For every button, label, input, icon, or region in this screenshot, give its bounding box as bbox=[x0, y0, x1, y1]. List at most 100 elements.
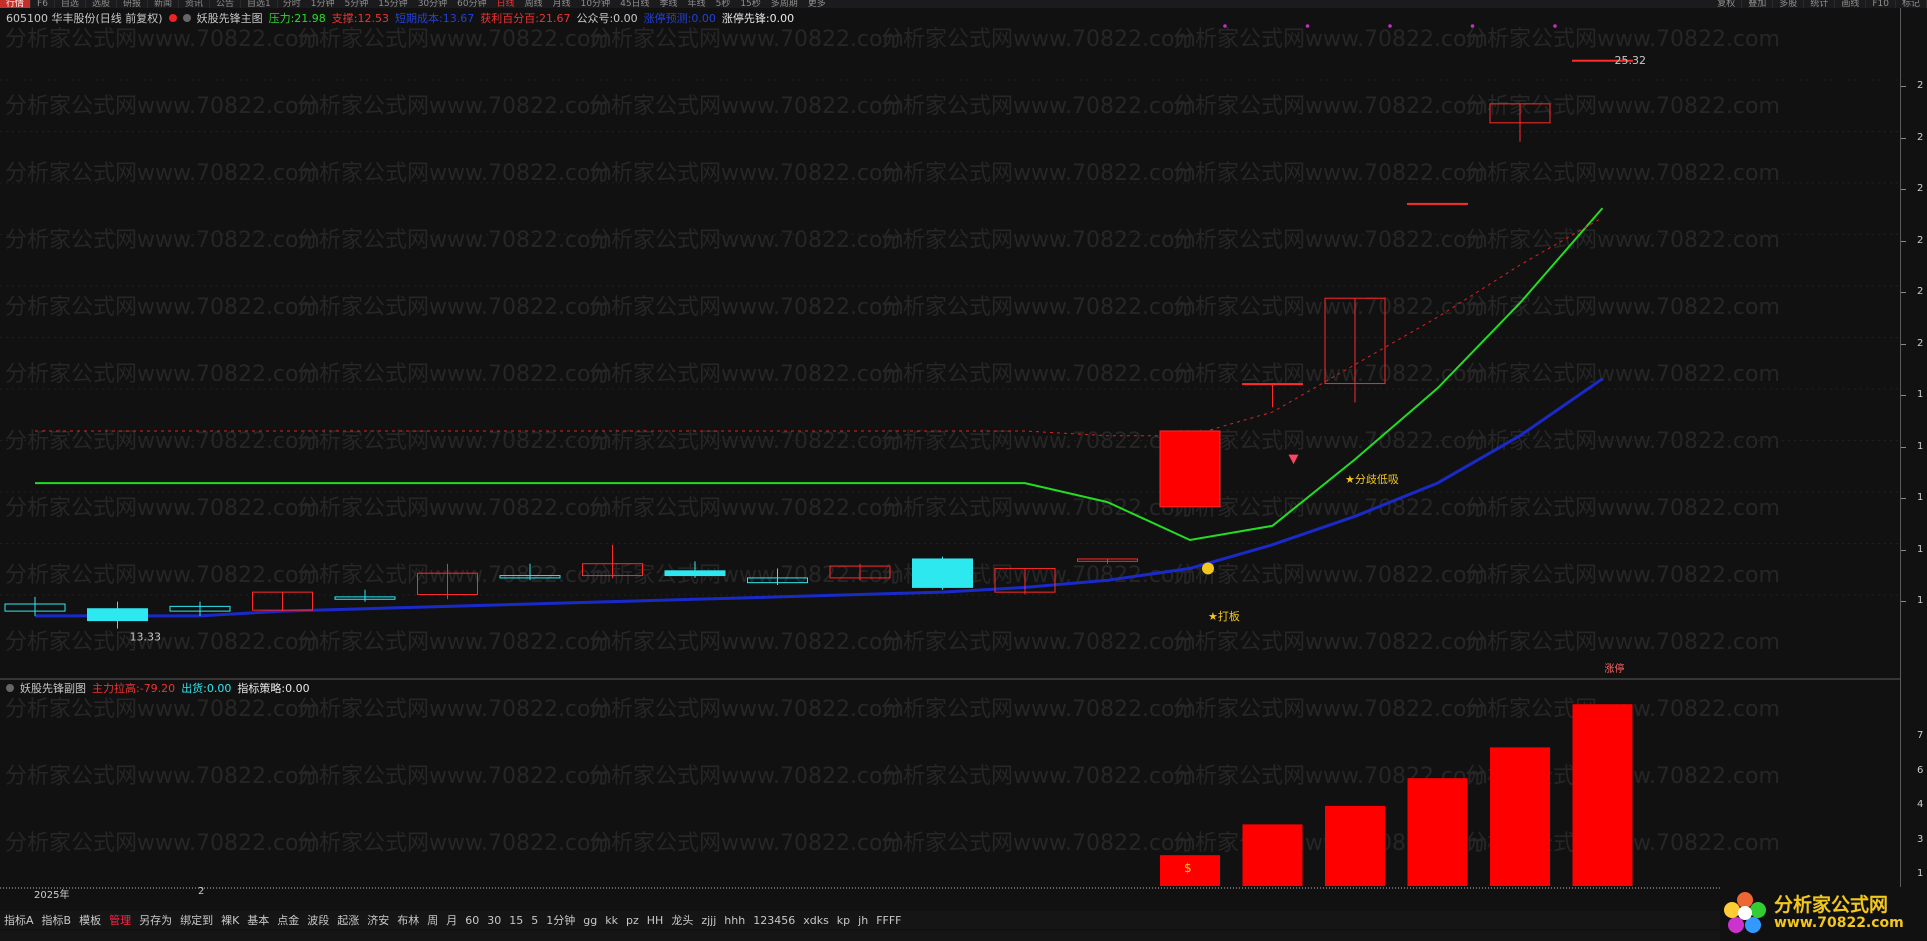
sub-bar[interactable] bbox=[1325, 805, 1385, 886]
candle-body[interactable] bbox=[1159, 430, 1221, 508]
bottom-tab[interactable]: 起涨 bbox=[333, 912, 363, 928]
bottom-tab[interactable]: 5 bbox=[527, 914, 542, 927]
bottom-tab[interactable]: 基本 bbox=[243, 912, 273, 928]
timeframe-tab[interactable]: 15秒 bbox=[735, 0, 765, 8]
toolbar-right-item[interactable]: 复权 bbox=[1711, 0, 1743, 8]
bottom-tab[interactable]: 模板 bbox=[75, 912, 105, 928]
sub-bar[interactable] bbox=[1572, 704, 1633, 886]
bottom-tab[interactable]: gg bbox=[579, 914, 601, 927]
axis-tick-label: 2 bbox=[1917, 80, 1924, 91]
bottom-tab[interactable]: 指标A bbox=[0, 912, 38, 928]
toolbar-item[interactable]: 行情 bbox=[0, 0, 32, 8]
bottom-tab[interactable]: xdks bbox=[799, 914, 833, 927]
logo-title: 分析家公式网 bbox=[1774, 894, 1889, 916]
candle-body[interactable] bbox=[1242, 383, 1303, 386]
timeframe-tab[interactable]: 5分钟 bbox=[340, 0, 374, 8]
timeframe-tab[interactable]: 10分钟 bbox=[576, 0, 615, 8]
watermark-text: 分析家公式网www.70822.com bbox=[297, 228, 612, 253]
toolbar-spacer bbox=[831, 0, 1711, 8]
settings-dot-icon[interactable] bbox=[6, 684, 14, 692]
timeframe-tab[interactable]: 月线 bbox=[548, 0, 576, 8]
bottom-tab[interactable]: 布林 bbox=[393, 912, 423, 928]
timeframe-tab[interactable]: 分时 bbox=[278, 0, 306, 8]
watermark-text: 分析家公式网www.70822.com bbox=[589, 362, 904, 387]
bottom-tab[interactable]: 60 bbox=[461, 914, 483, 927]
indicator-name[interactable]: 妖股先锋主图 bbox=[197, 10, 263, 26]
watermark-text: 分析家公式网www.70822.com bbox=[881, 496, 1196, 521]
settings-dot-icon[interactable] bbox=[182, 14, 191, 22]
bottom-tab[interactable]: zjjj bbox=[697, 914, 720, 927]
bottom-tab[interactable]: 15 bbox=[505, 914, 527, 927]
bottom-tab[interactable]: pz bbox=[622, 914, 643, 927]
bottom-tab[interactable]: 30 bbox=[483, 914, 505, 927]
sub-chart-svg[interactable]: 分析家公式网www.70822.com分析家公式网www.70822.com分析… bbox=[0, 680, 1900, 900]
toolbar-item[interactable]: 研报 bbox=[117, 0, 148, 8]
main-chart-svg[interactable]: 分析家公式网www.70822.com分析家公式网www.70822.com分析… bbox=[0, 8, 1900, 680]
toolbar-item[interactable]: 资讯 bbox=[179, 0, 210, 8]
price-axis[interactable]: 2 2 2 2 2 2 1 1 1 1 1 7 6 4 3 1 bbox=[1900, 8, 1927, 900]
toolbar-item[interactable]: 自选 bbox=[55, 0, 86, 8]
watermark-text: 分析家公式网www.70822.com bbox=[5, 228, 320, 253]
watermark-text: 分析家公式网www.70822.com bbox=[881, 764, 1196, 789]
candle-body[interactable] bbox=[1407, 202, 1468, 205]
stock-title: 605100 华丰股份(日线 前复权) bbox=[6, 12, 163, 25]
axis-tick-label: 1 bbox=[1917, 595, 1924, 606]
timeframe-tab[interactable]: 多周期 bbox=[766, 0, 803, 8]
timeframe-tab[interactable]: 季线 bbox=[655, 0, 683, 8]
timeframe-tab[interactable]: 日线 bbox=[492, 0, 520, 8]
sub-chart-panel[interactable]: 分析家公式网www.70822.com 分析家公式网www.70822.com 分析… bbox=[0, 680, 1927, 900]
bottom-tab[interactable]: 济安 bbox=[363, 912, 393, 928]
bottom-tab[interactable]: 123456 bbox=[749, 914, 799, 927]
bottom-tab[interactable]: FFFF bbox=[872, 914, 905, 927]
timeframe-tab[interactable]: 5秒 bbox=[711, 0, 736, 8]
bottom-tab[interactable]: hhh bbox=[720, 914, 749, 927]
bottom-tab[interactable]: HH bbox=[643, 914, 668, 927]
toolbar-item[interactable]: 公告 bbox=[210, 0, 242, 8]
watermark-text: 分析家公式网www.70822.com bbox=[297, 630, 612, 655]
timeframe-tab[interactable]: 周线 bbox=[520, 0, 548, 8]
watermark-text: 分析家公式网www.70822.com bbox=[297, 764, 612, 789]
toolbar-right-item[interactable]: 标记 bbox=[1896, 0, 1927, 8]
bottom-tab[interactable]: 绑定到 bbox=[176, 912, 217, 928]
sub-bar[interactable] bbox=[1490, 747, 1550, 886]
bottom-tab[interactable]: 1分钟 bbox=[542, 912, 579, 928]
toolbar-item[interactable]: 新闻 bbox=[148, 0, 179, 8]
sub-bar[interactable] bbox=[1242, 824, 1303, 886]
bottom-tab[interactable]: 周 bbox=[423, 912, 442, 928]
toolbar-right-item[interactable]: 叠加 bbox=[1742, 0, 1774, 8]
main-chart-panel[interactable]: 分析家公式网www.70822.com 分析家公式网www.70822.com 分析… bbox=[0, 8, 1927, 680]
candle-body[interactable] bbox=[912, 558, 973, 588]
candle-body[interactable] bbox=[87, 608, 148, 622]
timeframe-tab[interactable]: 60分钟 bbox=[452, 0, 491, 8]
toolbar-item[interactable]: F6 bbox=[31, 0, 55, 8]
watermark-text: 分析家公式网www.70822.com bbox=[1465, 563, 1780, 588]
sub-indicator-name[interactable]: 妖股先锋副图 bbox=[20, 680, 86, 696]
bottom-tab[interactable]: 龙头 bbox=[667, 912, 697, 928]
sub-bar[interactable] bbox=[1407, 778, 1468, 886]
timeframe-tab[interactable]: 30分钟 bbox=[413, 0, 452, 8]
record-icon[interactable] bbox=[168, 14, 177, 22]
bottom-tab[interactable]: 另存为 bbox=[135, 912, 176, 928]
timeframe-tab[interactable]: 15分钟 bbox=[373, 0, 412, 8]
timeframe-tab[interactable]: 1分钟 bbox=[306, 0, 340, 8]
timeframe-tab[interactable]: 更多 bbox=[803, 0, 831, 8]
bottom-tab[interactable]: jh bbox=[854, 914, 872, 927]
bottom-tab[interactable]: 点金 bbox=[273, 912, 303, 928]
bottom-tab[interactable]: 波段 bbox=[303, 912, 333, 928]
bottom-tab[interactable]: kp bbox=[833, 914, 854, 927]
bottom-tab[interactable]: kk bbox=[601, 914, 622, 927]
timeframe-tab[interactable]: 45日线 bbox=[615, 0, 654, 8]
bottom-tab[interactable]: 管理 bbox=[105, 912, 135, 928]
fenqi-signal-label: ★分歧低吸 bbox=[1345, 473, 1399, 486]
bottom-tab[interactable]: 裸K bbox=[217, 912, 243, 928]
toolbar-right-item[interactable]: 统计 bbox=[1804, 0, 1836, 8]
toolbar-item[interactable]: 自选1 bbox=[241, 0, 278, 8]
toolbar-right-item[interactable]: F10 bbox=[1866, 0, 1896, 8]
timeframe-tab[interactable]: 年线 bbox=[683, 0, 711, 8]
toolbar-item[interactable]: 选股 bbox=[86, 0, 117, 8]
candle-body[interactable] bbox=[664, 570, 726, 577]
bottom-tab[interactable]: 月 bbox=[442, 912, 461, 928]
toolbar-right-item[interactable]: 多股 bbox=[1773, 0, 1805, 8]
bottom-tab[interactable]: 指标B bbox=[38, 912, 76, 928]
toolbar-right-item[interactable]: 画线 bbox=[1835, 0, 1867, 8]
